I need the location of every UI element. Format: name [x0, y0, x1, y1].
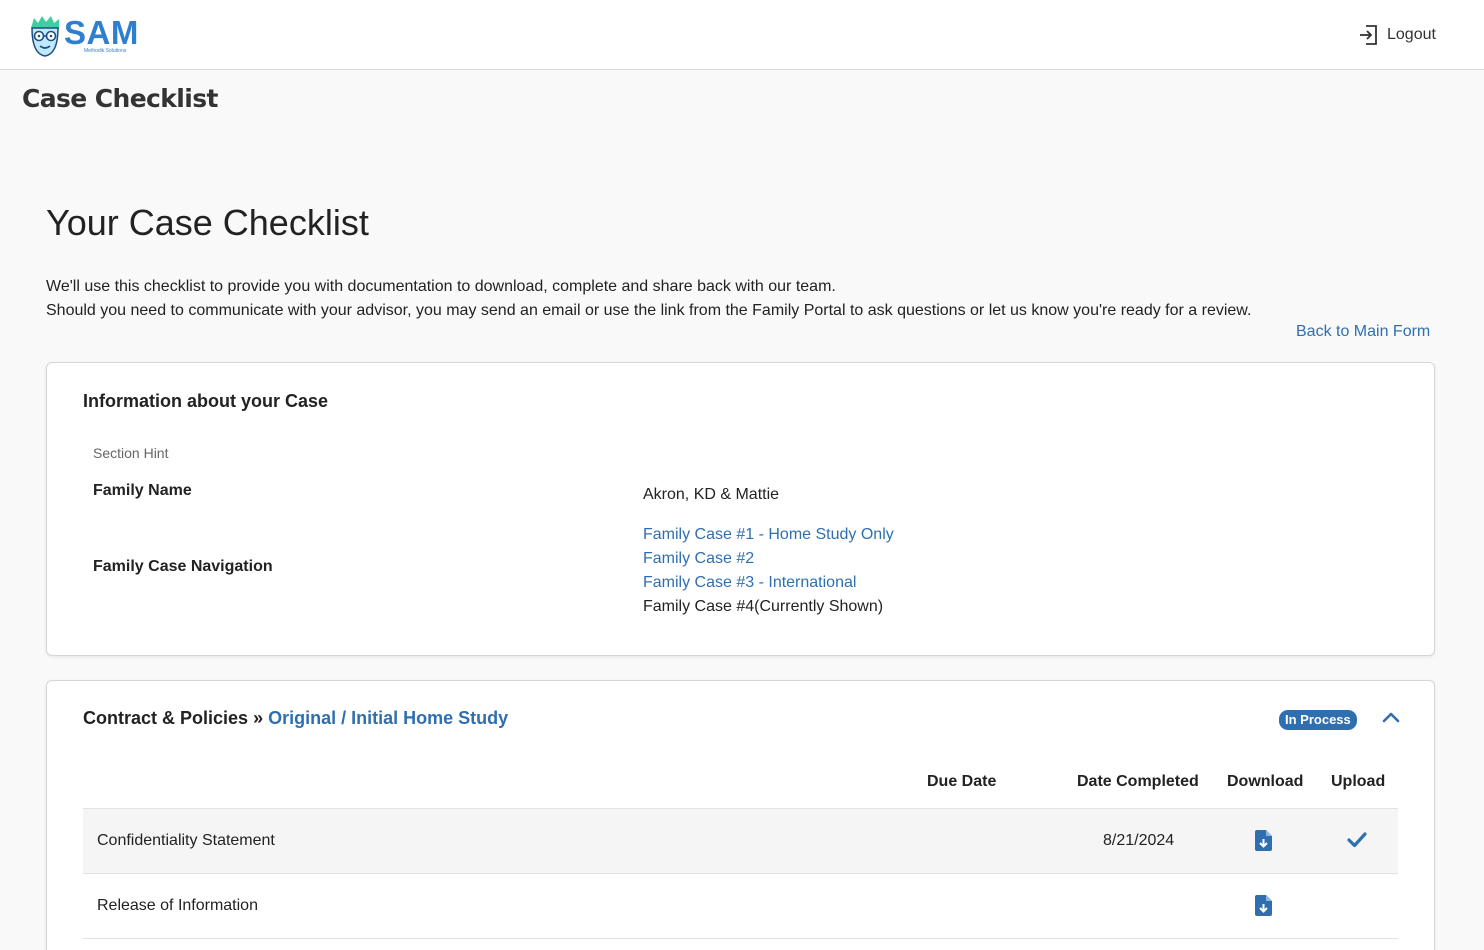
section-heading: Contract & Policies » Original / Initial… — [83, 708, 508, 729]
intro-text: We'll use this checklist to provide you … — [46, 275, 1251, 323]
sam-logo[interactable]: SAM Methodik Solutions — [28, 14, 139, 60]
section-title: Contract & Policies — [83, 708, 249, 728]
section-hint: Section Hint — [93, 445, 169, 461]
family-case-list: Family Case #1 - Home Study Only Family … — [643, 523, 894, 619]
breadcrumb-separator: » — [253, 708, 264, 728]
back-to-main-form-link[interactable]: Back to Main Form — [1296, 323, 1430, 341]
top-bar: SAM Methodik Solutions Logout — [0, 0, 1484, 70]
logo-face-icon — [28, 14, 62, 58]
column-header-date-completed: Date Completed — [1077, 773, 1199, 790]
download-button[interactable] — [1255, 895, 1272, 921]
case-info-title: Information about your Case — [83, 391, 329, 411]
column-header-upload: Upload — [1331, 773, 1386, 790]
intro-line-1: We'll use this checklist to provide you … — [46, 278, 836, 295]
upload-complete-indicator — [1347, 832, 1367, 853]
family-case-link-2[interactable]: Family Case #2 — [643, 550, 754, 567]
column-header-due-date: Due Date — [927, 773, 997, 790]
family-case-navigation-label: Family Case Navigation — [93, 558, 273, 575]
contract-policies-card: Contract & Policies » Original / Initial… — [46, 680, 1435, 950]
file-download-icon — [1255, 895, 1272, 916]
row-divider — [83, 938, 1398, 939]
collapse-toggle-button[interactable] — [1382, 710, 1400, 728]
checkmark-icon — [1347, 832, 1367, 848]
logout-button[interactable]: Logout — [1359, 24, 1436, 46]
file-download-icon — [1255, 830, 1272, 851]
document-name: Release of Information — [97, 897, 258, 914]
table-row: Release of Information — [83, 873, 1398, 938]
checklist-heading: Your Case Checklist — [46, 202, 369, 243]
family-case-current: Family Case #4(Currently Shown) — [643, 598, 884, 615]
intro-line-2: Should you need to communicate with your… — [46, 302, 1252, 319]
logout-label: Logout — [1387, 26, 1436, 43]
family-case-link-3[interactable]: Family Case #3 - International — [643, 574, 856, 591]
chevron-up-icon — [1382, 712, 1400, 723]
page-title: Case Checklist — [22, 84, 218, 113]
logo-wordmark: SAM — [64, 14, 139, 51]
family-case-link-1[interactable]: Family Case #1 - Home Study Only — [643, 526, 894, 543]
table-row: Confidentiality Statement 8/21/2024 — [83, 808, 1398, 873]
status-badge: In Process — [1279, 710, 1357, 730]
case-info-card: Information about your Case Section Hint… — [46, 362, 1435, 656]
download-button[interactable] — [1255, 830, 1272, 856]
section-subtitle-link[interactable]: Original / Initial Home Study — [268, 708, 508, 728]
date-completed: 8/21/2024 — [1103, 832, 1175, 849]
column-header-download: Download — [1227, 773, 1304, 790]
document-name: Confidentiality Statement — [97, 832, 275, 849]
family-name-value: Akron, KD & Mattie — [643, 486, 780, 503]
family-name-label: Family Name — [93, 482, 192, 499]
logout-icon — [1360, 25, 1377, 45]
